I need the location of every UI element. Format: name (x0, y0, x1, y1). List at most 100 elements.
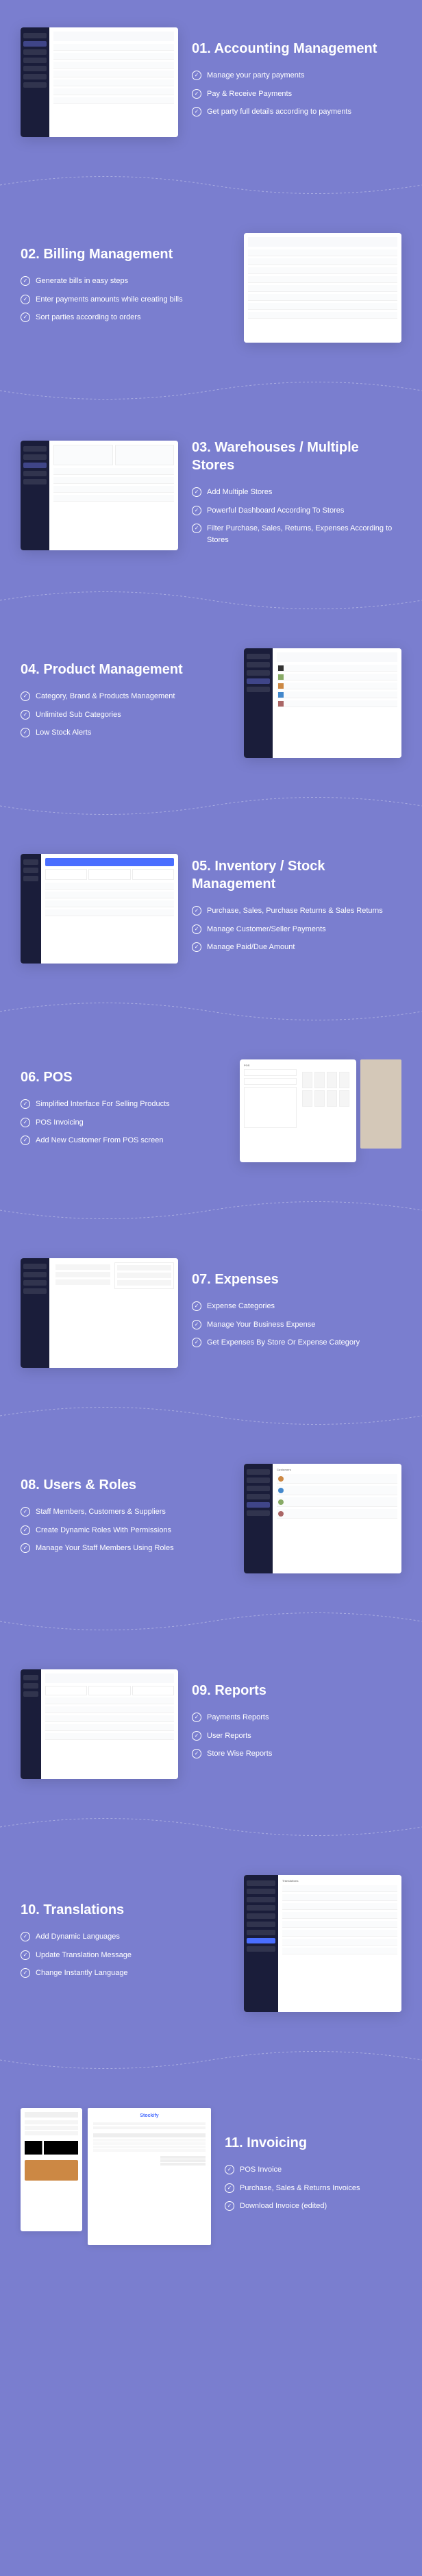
mock-sidebar (21, 441, 49, 550)
feature-item: Store Wise Reports (192, 1748, 401, 1760)
mock-content (41, 854, 178, 964)
feature-item: Update Translation Message (21, 1950, 230, 1961)
mock-content (244, 233, 401, 343)
feature-content: 01. Accounting Management Manage your pa… (192, 40, 401, 125)
check-icon (21, 710, 30, 720)
check-icon (21, 1525, 30, 1535)
feature-list: Payments Reports User Reports Store Wise… (192, 1712, 401, 1760)
feature-section-04: 04. Product Management Category, Brand &… (0, 621, 422, 785)
feature-item: POS Invoice (225, 2164, 401, 2176)
mockup-expenses (21, 1258, 178, 1368)
feature-section-01: 01. Accounting Management Manage your pa… (0, 0, 422, 164)
feature-item: Category, Brand & Products Management (21, 691, 230, 702)
feature-text: Payments Reports (207, 1712, 269, 1724)
check-icon (192, 506, 201, 515)
feature-content: 11. Invoicing POS Invoice Purchase, Sale… (225, 2134, 401, 2219)
mockup-translations: Translations (244, 1875, 401, 2012)
feature-text: Purchase, Sales & Returns Invoices (240, 2183, 360, 2194)
invoice-mockup: Stockify (88, 2108, 211, 2245)
section-divider (0, 164, 422, 206)
feature-item: Purchase, Sales, Purchase Returns & Sale… (192, 905, 401, 917)
check-icon (192, 1320, 201, 1329)
mockup-invoicing: Stockify (21, 2108, 211, 2245)
feature-content: 10. Translations Add Dynamic Languages U… (21, 1901, 230, 1986)
check-icon (192, 1749, 201, 1758)
pos-label: POS (244, 1064, 352, 1067)
mockup-warehouses (21, 441, 178, 550)
feature-text: POS Invoicing (36, 1117, 84, 1129)
feature-text: Store Wise Reports (207, 1748, 272, 1760)
check-icon (192, 487, 201, 497)
feature-list: Purchase, Sales, Purchase Returns & Sale… (192, 905, 401, 953)
feature-text: Category, Brand & Products Management (36, 691, 175, 702)
check-icon (21, 691, 30, 701)
feature-item: Manage your party payments (192, 70, 401, 82)
feature-item: User Reports (192, 1730, 401, 1742)
check-icon (225, 2183, 234, 2193)
feature-text: User Reports (207, 1730, 251, 1742)
feature-item: Manage Your Business Expense (192, 1319, 401, 1331)
section-title: 04. Product Management (21, 661, 230, 678)
mock-sidebar (21, 854, 41, 964)
section-divider (0, 1395, 422, 1436)
check-icon (192, 1713, 201, 1722)
mockup-billing (244, 233, 401, 343)
feature-item: Download Invoice (edited) (225, 2200, 401, 2212)
mock-sidebar (21, 1669, 41, 1779)
section-title: 03. Warehouses / Multiple Stores (192, 439, 401, 474)
feature-content: 03. Warehouses / Multiple Stores Add Mul… (192, 439, 401, 552)
feature-text: Manage Your Staff Members Using Roles (36, 1543, 174, 1554)
feature-text: POS Invoice (240, 2164, 282, 2176)
section-title: 07. Expenses (192, 1271, 401, 1288)
feature-section-09: 09. Reports Payments Reports User Report… (0, 1642, 422, 1806)
feature-list: Expense Categories Manage Your Business … (192, 1301, 401, 1349)
check-icon (192, 107, 201, 116)
mock-sidebar (21, 27, 49, 137)
check-icon (192, 942, 201, 952)
mock-sidebar (244, 1875, 278, 2012)
feature-item: Add Multiple Stores (192, 487, 401, 498)
feature-section-02: 02. Billing Management Generate bills in… (0, 206, 422, 370)
mock-content (41, 1669, 178, 1779)
feature-section-06: 06. POS Simplified Interface For Selling… (0, 1032, 422, 1190)
feature-item: Manage Customer/Seller Payments (192, 924, 401, 935)
feature-section-11: Stockify 11. Invoicing POS Invoice Purch… (0, 2081, 422, 2272)
check-icon (21, 1932, 30, 1941)
feature-item: Generate bills in easy steps (21, 275, 230, 287)
feature-section-08: 08. Users & Roles Staff Members, Custome… (0, 1436, 422, 1601)
feature-content: 05. Inventory / Stock Management Purchas… (192, 857, 401, 960)
translations-label: Translations (282, 1879, 397, 1882)
mock-sidebar (21, 1258, 49, 1368)
feature-text: Simplified Interface For Selling Product… (36, 1099, 170, 1110)
section-title: 06. POS (21, 1068, 226, 1086)
feature-content: 04. Product Management Category, Brand &… (21, 661, 230, 746)
feature-item: Purchase, Sales & Returns Invoices (225, 2183, 401, 2194)
feature-item: POS Invoicing (21, 1117, 226, 1129)
feature-item: Create Dynamic Roles With Permissions (21, 1525, 230, 1536)
check-icon (21, 1099, 30, 1109)
feature-section-10: 10. Translations Add Dynamic Languages U… (0, 1848, 422, 2039)
section-divider (0, 2039, 422, 2081)
feature-text: Manage Your Business Expense (207, 1319, 315, 1331)
mock-content (49, 27, 178, 137)
feature-item: Pay & Receive Payments (192, 88, 401, 100)
feature-text: Expense Categories (207, 1301, 275, 1312)
feature-item: Powerful Dashboard According To Stores (192, 505, 401, 517)
feature-text: Staff Members, Customers & Suppliers (36, 1506, 166, 1518)
check-icon (192, 924, 201, 934)
section-title: 08. Users & Roles (21, 1476, 230, 1494)
feature-text: Change Instantly Language (36, 1967, 128, 1979)
feature-text: Manage Paid/Due Amount (207, 942, 295, 953)
check-icon (21, 1950, 30, 1960)
mockup-users: Customers (244, 1464, 401, 1573)
feature-item: Simplified Interface For Selling Product… (21, 1099, 226, 1110)
feature-content: 08. Users & Roles Staff Members, Custome… (21, 1476, 230, 1561)
feature-item: Expense Categories (192, 1301, 401, 1312)
feature-text: Download Invoice (edited) (240, 2200, 327, 2212)
feature-section-05: 05. Inventory / Stock Management Purchas… (0, 826, 422, 991)
feature-item: Staff Members, Customers & Suppliers (21, 1506, 230, 1518)
check-icon (21, 1136, 30, 1145)
check-icon (21, 312, 30, 322)
feature-text: Filter Purchase, Sales, Returns, Expense… (207, 523, 401, 545)
feature-item: Add Dynamic Languages (21, 1931, 230, 1943)
